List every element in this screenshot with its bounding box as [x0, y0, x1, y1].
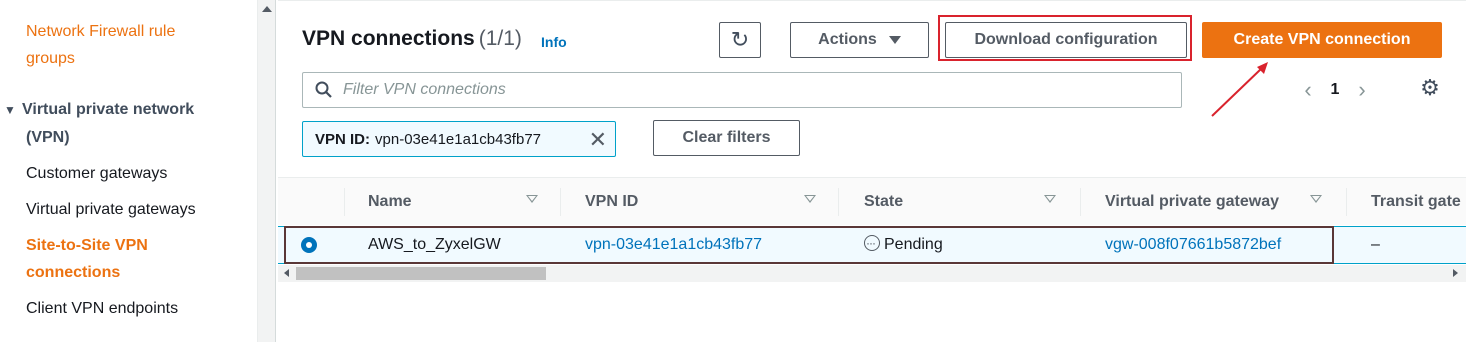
- vpn-connections-panel: VPN connections (1/1) Info ↻ Actions Down…: [278, 0, 1466, 342]
- column-header-state[interactable]: State: [864, 178, 903, 226]
- create-vpn-connection-button[interactable]: Create VPN connection: [1202, 22, 1442, 58]
- collapse-triangle-icon: ▼: [4, 103, 16, 117]
- scroll-up-icon[interactable]: [262, 6, 272, 12]
- scrollbar-thumb[interactable]: [296, 267, 546, 280]
- sidebar-item-client-vpn-endpoints[interactable]: Client VPN endpoints: [26, 295, 178, 322]
- search-input[interactable]: [343, 81, 1143, 99]
- sidebar-item-customer-gateways[interactable]: Customer gateways: [26, 160, 167, 187]
- page-number[interactable]: 1: [1323, 81, 1347, 99]
- scroll-right-icon[interactable]: [1453, 269, 1458, 277]
- refresh-button[interactable]: ↻: [719, 22, 761, 58]
- sidebar-scrollbar[interactable]: [258, 0, 276, 342]
- refresh-icon: ↻: [730, 27, 750, 52]
- previous-page-icon[interactable]: ‹: [1293, 77, 1323, 103]
- column-header-vpn-id[interactable]: VPN ID: [585, 178, 638, 226]
- sort-icon[interactable]: [526, 195, 538, 203]
- sidebar-item-network-firewall-rule-groups[interactable]: Network Firewall rule groups: [26, 18, 175, 72]
- gear-icon[interactable]: ⚙: [1419, 77, 1441, 99]
- sidebar-item-site-to-site-vpn[interactable]: Site-to-Site VPN connections: [26, 232, 148, 286]
- cell-transit-gateway: –: [1371, 236, 1380, 253]
- column-header-name[interactable]: Name: [368, 178, 412, 226]
- sidebar-item-virtual-private-gateways[interactable]: Virtual private gateways: [26, 196, 196, 223]
- close-icon[interactable]: ✕: [589, 127, 607, 153]
- filter-token: VPN ID: vpn-03e41e1a1cb43fb77 ✕: [302, 121, 616, 157]
- clear-filters-button[interactable]: Clear filters: [653, 120, 800, 156]
- annotation-arrow-icon: [1211, 62, 1268, 117]
- column-header-virtual-private-gateway[interactable]: Virtual private gateway: [1105, 178, 1279, 226]
- actions-button[interactable]: Actions: [790, 22, 929, 58]
- info-link[interactable]: Info: [541, 34, 567, 50]
- filter-search-box[interactable]: [302, 72, 1182, 108]
- search-icon: [315, 81, 332, 98]
- caret-down-icon: [888, 36, 901, 44]
- selection-count: (1/1): [478, 27, 522, 50]
- next-page-icon[interactable]: ›: [1347, 77, 1377, 103]
- sort-icon[interactable]: [1310, 195, 1322, 203]
- horizontal-scrollbar[interactable]: [278, 265, 1466, 282]
- sidebar-section-vpn[interactable]: ▼ Virtual private network (VPN): [4, 96, 194, 151]
- column-header-transit-gateway[interactable]: Transit gate: [1371, 178, 1461, 226]
- table-header: Name VPN ID State Virtual private gatewa…: [278, 177, 1466, 225]
- sidebar: Network Firewall rule groups ▼ Virtual pr…: [0, 0, 258, 342]
- sort-icon[interactable]: [1044, 195, 1056, 203]
- sort-icon[interactable]: [804, 195, 816, 203]
- scroll-left-icon[interactable]: [284, 269, 289, 277]
- page-title: VPN connections (1/1): [302, 27, 522, 50]
- highlight-box: [938, 15, 1192, 61]
- row-highlight-box: [284, 226, 1334, 264]
